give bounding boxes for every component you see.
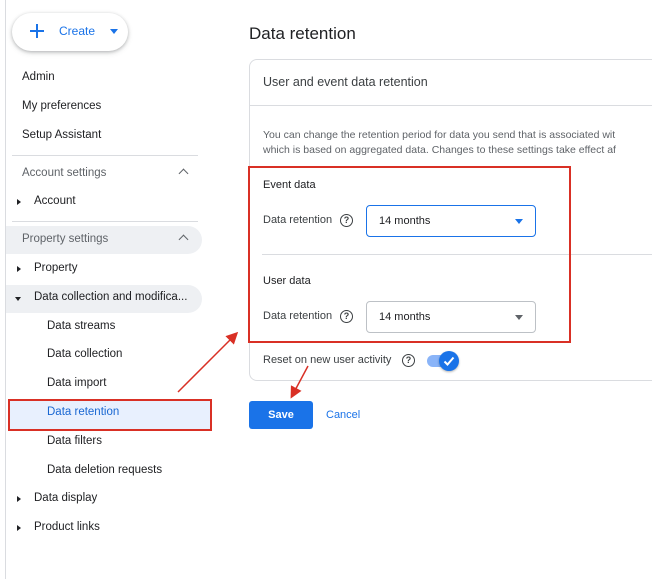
admin-sidebar: Create Admin My preferences Setup Assist… (6, 0, 214, 579)
annotation-highlight-box (248, 166, 571, 343)
toggle-knob (439, 351, 459, 371)
chevron-up-icon (178, 168, 189, 179)
create-button[interactable]: Create (12, 13, 128, 51)
nav-data-collection-and-modification[interactable]: Data collection and modifica... (34, 291, 187, 303)
create-label: Create (59, 24, 96, 38)
reset-on-activity-label: Reset on new user activity (263, 354, 392, 366)
caret-down-icon (110, 29, 118, 34)
property-settings-label: Property settings (22, 233, 109, 245)
description-line: which is based on aggregated data. Chang… (263, 144, 616, 156)
nav-data-deletion-requests[interactable]: Data deletion requests (47, 464, 162, 476)
expand-right-icon[interactable] (17, 199, 21, 205)
nav-data-filters[interactable]: Data filters (47, 435, 102, 447)
plus-icon (30, 24, 44, 38)
save-button[interactable]: Save (249, 401, 313, 429)
nav-data-streams[interactable]: Data streams (47, 320, 115, 332)
nav-data-display[interactable]: Data display (34, 492, 97, 504)
card-divider (250, 105, 652, 106)
nav-product-links[interactable]: Product links (34, 521, 100, 533)
expand-down-icon[interactable] (15, 297, 21, 301)
help-icon[interactable]: ? (402, 354, 415, 367)
sidebar-divider (12, 221, 198, 222)
account-settings-label: Account settings (22, 167, 107, 179)
check-icon (443, 356, 455, 366)
account-settings-header[interactable]: Account settings (6, 160, 202, 188)
nav-admin[interactable]: Admin (22, 71, 55, 83)
expand-right-icon[interactable] (17, 496, 21, 502)
reset-on-activity-toggle[interactable] (427, 351, 459, 371)
expand-right-icon[interactable] (17, 525, 21, 531)
nav-data-collection[interactable]: Data collection (47, 348, 122, 360)
nav-account[interactable]: Account (34, 195, 76, 207)
description-line: You can change the retention period for … (263, 129, 616, 141)
expand-right-icon[interactable] (17, 266, 21, 272)
sidebar-divider (12, 155, 198, 156)
nav-data-retention[interactable]: Data retention (47, 406, 119, 418)
nav-data-import[interactable]: Data import (47, 377, 106, 389)
nav-property[interactable]: Property (34, 262, 77, 274)
page-title: Data retention (249, 24, 356, 43)
card-title: User and event data retention (263, 75, 428, 89)
ga-admin-page: Create Admin My preferences Setup Assist… (0, 0, 652, 579)
chevron-up-icon (178, 234, 189, 245)
nav-setup-assistant[interactable]: Setup Assistant (22, 129, 101, 141)
property-settings-header[interactable]: Property settings (6, 226, 202, 254)
card-description: You can change the retention period for … (263, 128, 652, 158)
cancel-button[interactable]: Cancel (326, 401, 360, 429)
nav-my-preferences[interactable]: My preferences (22, 100, 101, 112)
